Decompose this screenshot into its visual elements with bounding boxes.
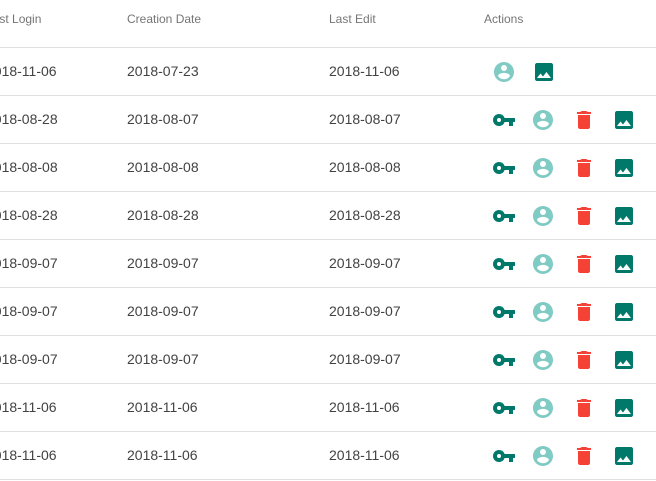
table-row[interactable]: 2018-09-07 2018-09-07 2018-09-07 bbox=[0, 336, 656, 384]
cell-creation-date: 2018-09-07 bbox=[127, 303, 199, 319]
key-icon[interactable] bbox=[492, 300, 516, 324]
cell-last-login: 2018-09-07 bbox=[0, 255, 58, 271]
image-icon[interactable] bbox=[612, 108, 636, 132]
delete-icon[interactable] bbox=[572, 444, 596, 468]
cell-last-login: 2018-08-08 bbox=[0, 159, 58, 175]
cell-last-login: 2018-11-06 bbox=[0, 399, 57, 415]
table-row[interactable]: 2018-08-28 2018-08-28 2018-08-28 bbox=[0, 192, 656, 240]
cell-last-login: 2018-08-28 bbox=[0, 111, 58, 127]
users-table: Last Login Creation Date Last Edit Actio… bbox=[0, 0, 656, 481]
user-icon[interactable] bbox=[531, 252, 555, 276]
user-icon[interactable] bbox=[531, 300, 555, 324]
table-row[interactable]: 2018-11-06 2018-07-23 2018-11-06 bbox=[0, 48, 656, 96]
user-icon[interactable] bbox=[531, 444, 555, 468]
user-icon[interactable] bbox=[531, 348, 555, 372]
cell-last-edit: 2018-08-07 bbox=[329, 111, 401, 127]
table-row[interactable]: 2018-11-06 2018-11-06 2018-11-06 bbox=[0, 432, 656, 480]
delete-icon[interactable] bbox=[572, 204, 596, 228]
cell-last-edit: 2018-11-06 bbox=[329, 399, 400, 415]
cell-last-login: 2018-11-06 bbox=[0, 447, 57, 463]
table-row[interactable]: 2018-08-08 2018-08-08 2018-08-08 bbox=[0, 144, 656, 192]
header-last-edit[interactable]: Last Edit bbox=[329, 12, 376, 26]
cell-creation-date: 2018-09-07 bbox=[127, 351, 199, 367]
table-row[interactable]: 2018-08-28 2018-08-07 2018-08-07 bbox=[0, 96, 656, 144]
cell-last-login: 2018-11-06 bbox=[0, 63, 57, 79]
header-last-login[interactable]: Last Login bbox=[0, 12, 41, 26]
image-icon[interactable] bbox=[612, 396, 636, 420]
key-icon[interactable] bbox=[492, 444, 516, 468]
cell-creation-date: 2018-09-07 bbox=[127, 255, 199, 271]
table-row[interactable]: 2018-09-07 2018-09-07 2018-09-07 bbox=[0, 288, 656, 336]
image-icon[interactable] bbox=[612, 444, 636, 468]
cell-last-login: 2018-09-07 bbox=[0, 303, 58, 319]
cell-last-edit: 2018-08-28 bbox=[329, 207, 401, 223]
cell-creation-date: 2018-07-23 bbox=[127, 63, 199, 79]
delete-icon[interactable] bbox=[572, 396, 596, 420]
image-icon[interactable] bbox=[612, 252, 636, 276]
cell-creation-date: 2018-08-28 bbox=[127, 207, 199, 223]
key-icon[interactable] bbox=[492, 204, 516, 228]
header-creation-date[interactable]: Creation Date bbox=[127, 12, 201, 26]
image-icon[interactable] bbox=[612, 348, 636, 372]
cell-last-login: 2018-08-28 bbox=[0, 207, 58, 223]
image-icon[interactable] bbox=[612, 156, 636, 180]
image-icon[interactable] bbox=[612, 204, 636, 228]
header-actions: Actions bbox=[484, 12, 524, 26]
cell-last-edit: 2018-11-06 bbox=[329, 447, 400, 463]
delete-icon[interactable] bbox=[572, 300, 596, 324]
user-icon[interactable] bbox=[531, 156, 555, 180]
user-icon[interactable] bbox=[531, 396, 555, 420]
key-icon[interactable] bbox=[492, 252, 516, 276]
cell-last-edit: 2018-08-08 bbox=[329, 159, 401, 175]
cell-last-edit: 2018-09-07 bbox=[329, 351, 401, 367]
cell-creation-date: 2018-11-06 bbox=[127, 399, 198, 415]
key-icon[interactable] bbox=[492, 156, 516, 180]
cell-last-edit: 2018-09-07 bbox=[329, 303, 401, 319]
image-icon[interactable] bbox=[532, 60, 556, 84]
user-icon[interactable] bbox=[531, 108, 555, 132]
delete-icon[interactable] bbox=[572, 348, 596, 372]
table-row[interactable]: 2018-09-07 2018-09-07 2018-09-07 bbox=[0, 240, 656, 288]
delete-icon[interactable] bbox=[572, 252, 596, 276]
table-row[interactable]: 2018-11-06 2018-11-06 2018-11-06 bbox=[0, 384, 656, 432]
table-header: Last Login Creation Date Last Edit Actio… bbox=[0, 0, 656, 48]
key-icon[interactable] bbox=[492, 396, 516, 420]
cell-last-login: 2018-09-07 bbox=[0, 351, 58, 367]
key-icon[interactable] bbox=[492, 108, 516, 132]
delete-icon[interactable] bbox=[572, 156, 596, 180]
user-icon[interactable] bbox=[531, 204, 555, 228]
delete-icon[interactable] bbox=[572, 108, 596, 132]
image-icon[interactable] bbox=[612, 300, 636, 324]
cell-creation-date: 2018-08-07 bbox=[127, 111, 199, 127]
user-icon[interactable] bbox=[492, 60, 516, 84]
cell-creation-date: 2018-08-08 bbox=[127, 159, 199, 175]
key-icon[interactable] bbox=[492, 348, 516, 372]
cell-last-edit: 2018-11-06 bbox=[329, 63, 400, 79]
cell-last-edit: 2018-09-07 bbox=[329, 255, 401, 271]
cell-creation-date: 2018-11-06 bbox=[127, 447, 198, 463]
